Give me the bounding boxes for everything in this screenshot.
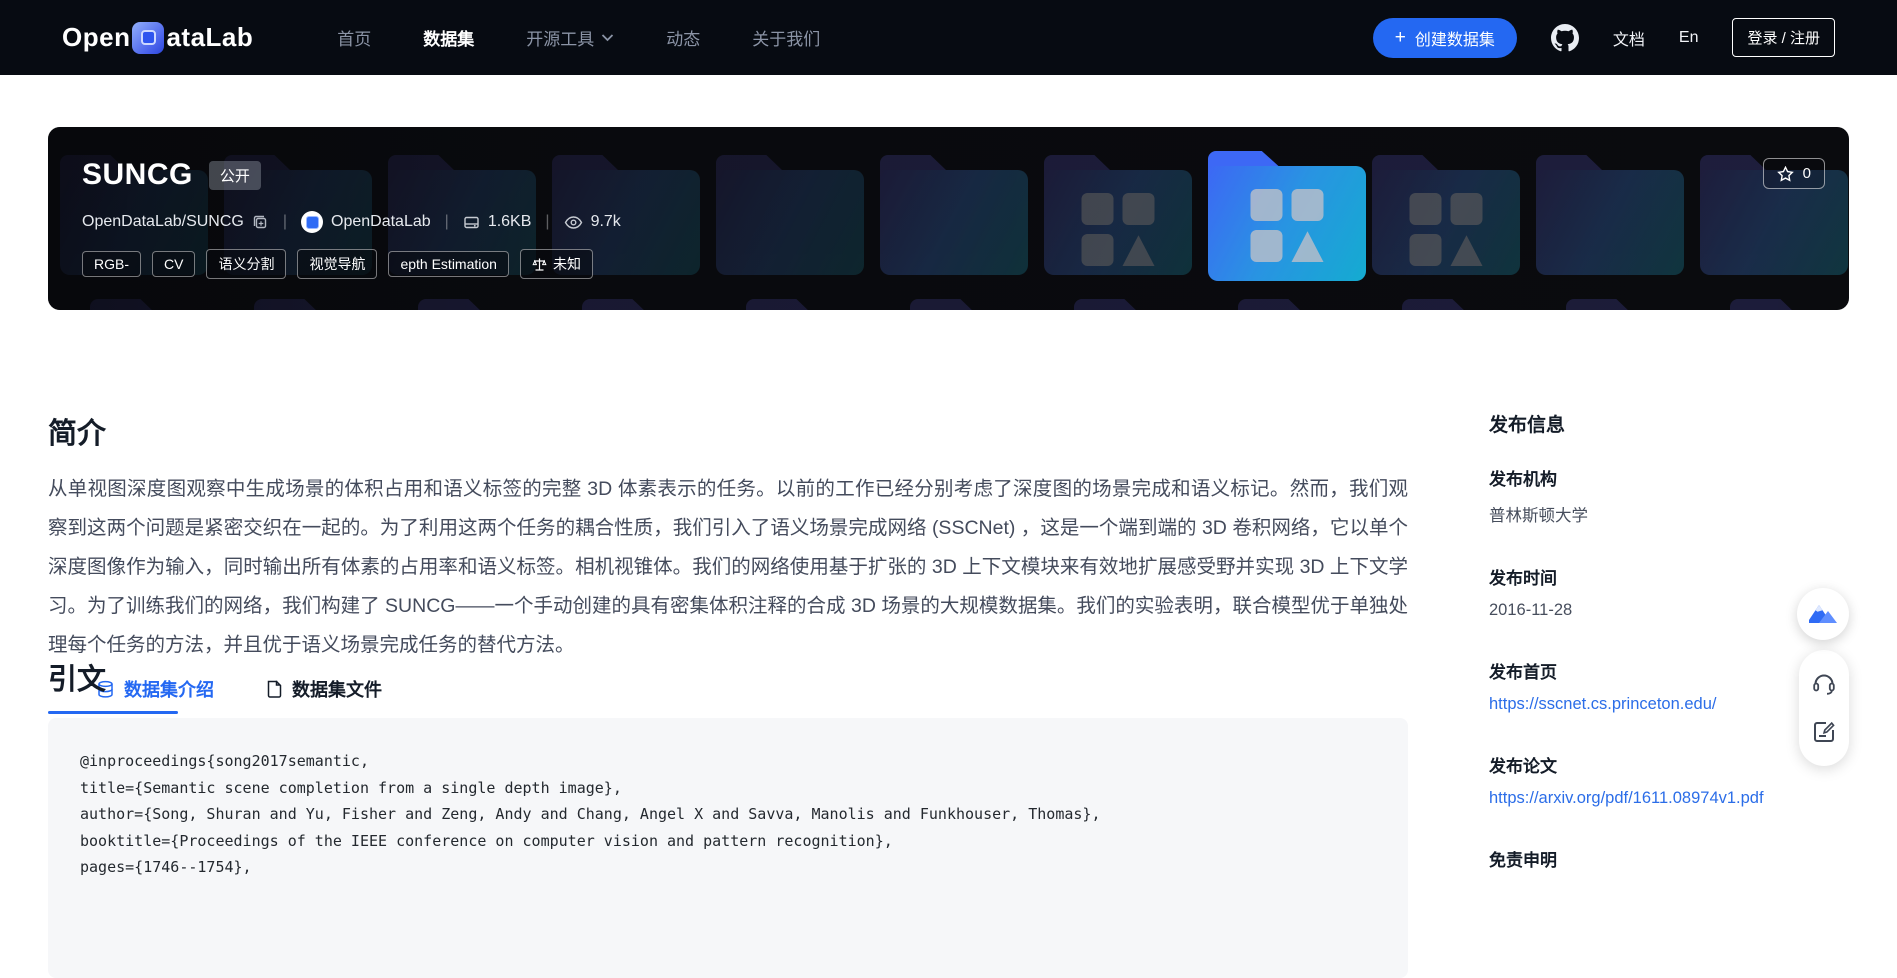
plus-icon: +	[1394, 27, 1406, 48]
dataset-meta-row: OpenDataLab/SUNCG | OpenDataLab | 1.6KB …	[82, 211, 621, 233]
nav-link-tools[interactable]: 开源工具	[526, 25, 614, 50]
citation-code-block[interactable]: @inproceedings{song2017semantic, title={…	[48, 718, 1408, 978]
create-dataset-button[interactable]: + 创建数据集	[1372, 17, 1517, 58]
github-icon[interactable]	[1550, 23, 1579, 52]
nav-link-datasets[interactable]: 数据集	[423, 25, 474, 50]
star-button[interactable]: 0	[1762, 158, 1825, 189]
intro-heading: 简介	[48, 418, 107, 450]
org-logo-icon	[301, 211, 324, 233]
opendatalab-logo[interactable]: Open ataLab	[62, 21, 254, 54]
star-count: 0	[1802, 165, 1811, 182]
publish-date-label: 发布时间	[1489, 569, 1557, 588]
storage-icon	[464, 216, 479, 228]
logo-text-open: Open	[62, 22, 131, 52]
publisher-org-value: 普林斯顿大学	[1489, 507, 1588, 525]
nav-link-news[interactable]: 动态	[666, 25, 700, 50]
tag-license-unknown[interactable]: 未知	[519, 249, 593, 279]
org-chip[interactable]: OpenDataLab	[301, 211, 431, 233]
citation-line: booktitle={Proceedings of the IEEE confe…	[80, 831, 893, 850]
license-scales-icon	[532, 258, 547, 271]
nav-link-home[interactable]: 首页	[337, 25, 371, 50]
citation-line: author={Song, Shuran and Yu, Fisher and …	[80, 805, 1101, 823]
disclaimer-label: 免责申明	[1489, 851, 1557, 870]
feedback-edit-icon[interactable]	[1811, 719, 1837, 745]
mountain-logo-icon	[1809, 605, 1837, 623]
support-headset-icon[interactable]	[1811, 671, 1837, 697]
citation-line: @inproceedings{song2017semantic,	[80, 752, 369, 770]
file-icon	[267, 680, 282, 698]
opendatalab-logo-icon	[132, 21, 165, 54]
tag-cv[interactable]: CV	[152, 251, 196, 277]
publish-info-sidebar: 发布信息 发布机构 普林斯顿大学 发布时间 2016-11-28 发布首页 ht…	[1489, 410, 1859, 883]
star-icon	[1776, 165, 1794, 182]
visibility-badge: 公开	[208, 160, 261, 190]
chevron-down-icon	[602, 34, 614, 42]
tag-semantic-segmentation[interactable]: 语义分割	[206, 249, 287, 279]
top-navbar: Open ataLab 首页 数据集 开源工具 动态 关于我们 + 创建数据集 …	[0, 0, 1897, 75]
nav-links: 首页 数据集 开源工具 动态 关于我们	[337, 25, 820, 50]
language-toggle[interactable]: En	[1679, 29, 1699, 47]
tag-depth-estimation[interactable]: epth Estimation	[388, 251, 509, 277]
nav-right-group: + 创建数据集 文档 En 登录 / 注册	[1372, 17, 1835, 58]
logo-text-rest: ataLab	[166, 22, 254, 52]
tab-dataset-files[interactable]: 数据集文件	[266, 676, 382, 716]
intro-paragraph: 从单视图深度图观察中生成场景的体积占用和语义标签的完整 3D 体素表示的任务。以…	[48, 478, 1408, 656]
tab-dataset-intro[interactable]: 数据集介绍	[96, 676, 214, 716]
login-register-button[interactable]: 登录 / 注册	[1732, 18, 1835, 57]
tag-rgb[interactable]: RGB-	[82, 251, 141, 277]
dataset-hero-banner: SUNCG 公开 OpenDataLab/SUNCG | OpenDataLab…	[48, 127, 1849, 310]
dataset-title: SUNCG	[82, 158, 193, 191]
opendatalab-float-button[interactable]	[1797, 588, 1849, 640]
active-tab-underline	[48, 711, 178, 714]
nav-link-docs[interactable]: 文档	[1613, 26, 1645, 50]
copy-icon[interactable]	[252, 214, 269, 231]
views-eye-icon	[564, 215, 582, 229]
dataset-size: 1.6KB	[487, 213, 532, 230]
publisher-org-label: 发布机构	[1489, 470, 1557, 489]
dataset-tags: RGB- CV 语义分割 视觉导航 epth Estimation 未知	[82, 249, 593, 279]
help-widget	[1799, 650, 1849, 766]
paper-link[interactable]: https://arxiv.org/pdf/1611.08974v1.pdf	[1489, 789, 1859, 808]
publish-info-heading: 发布信息	[1489, 415, 1566, 436]
citation-line: pages={1746--1754},	[80, 858, 252, 876]
repo-path: OpenDataLab/SUNCG	[82, 213, 244, 230]
views-count: 9.7k	[590, 213, 621, 230]
tag-visual-navigation[interactable]: 视觉导航	[297, 249, 378, 279]
citation-heading: 引文	[48, 664, 107, 696]
citation-line: title={Semantic scene completion from a …	[80, 778, 622, 797]
nav-link-about[interactable]: 关于我们	[752, 25, 820, 50]
